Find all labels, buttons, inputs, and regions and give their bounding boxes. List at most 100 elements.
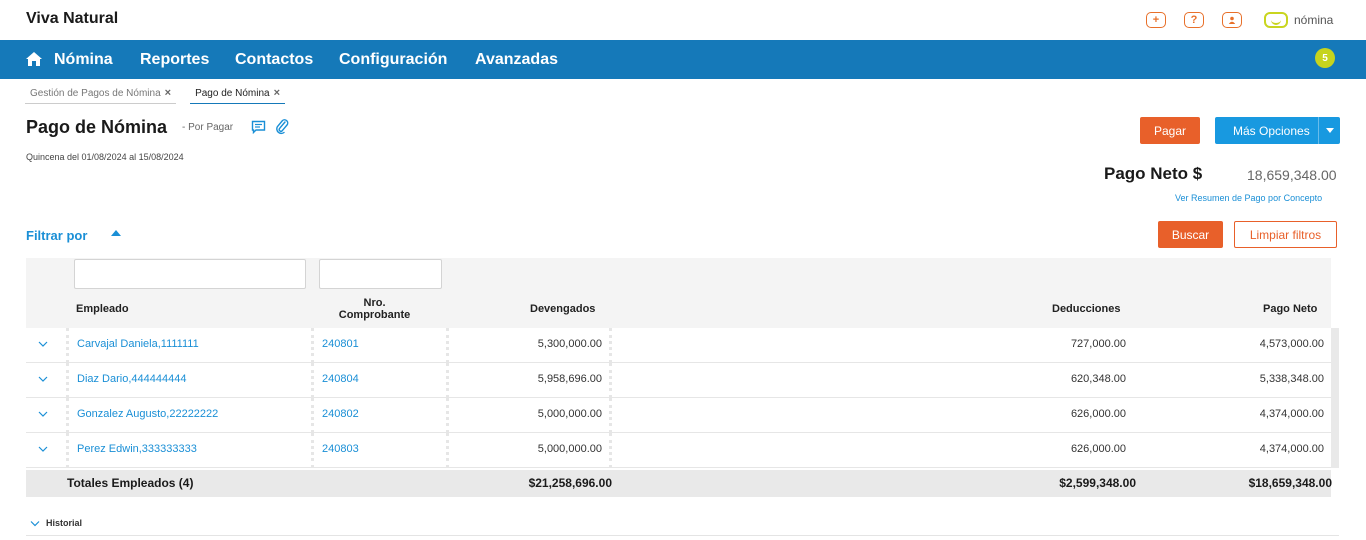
accrued-value: 5,000,000.00 <box>537 443 602 455</box>
column-divider <box>609 363 612 398</box>
totals-deductions: $2,599,348.00 <box>1059 476 1136 490</box>
user-glyph <box>1228 16 1236 24</box>
col-header-net[interactable]: Pago Neto <box>1263 303 1317 315</box>
chevron-down-icon[interactable] <box>38 375 48 383</box>
employee-link[interactable]: Diaz Dario,444444444 <box>77 373 186 385</box>
accrued-value: 5,958,696.00 <box>537 373 602 385</box>
nav-item-reportes[interactable]: Reportes <box>140 51 209 69</box>
nav-item-configuracion[interactable]: Configuración <box>339 51 447 69</box>
history-label: Historial <box>46 518 83 528</box>
employee-filter-input[interactable] <box>74 259 306 289</box>
nav-item-nomina[interactable]: Nómina <box>54 51 113 69</box>
column-divider <box>66 363 69 398</box>
pay-button[interactable]: Pagar <box>1140 117 1200 144</box>
attachment-icon[interactable] <box>275 118 289 135</box>
deductions-value: 626,000.00 <box>1070 443 1126 455</box>
col-header-employee[interactable]: Empleado <box>76 303 129 315</box>
column-divider <box>609 328 612 363</box>
deductions-value: 626,000.00 <box>1070 408 1126 420</box>
column-divider <box>311 363 314 398</box>
net-value: 5,338,348.00 <box>1259 373 1324 385</box>
totals-row: Totales Empleados (4) $21,258,696.00 $2,… <box>26 470 1332 497</box>
nav-item-contactos[interactable]: Contactos <box>235 51 313 69</box>
chevron-down-icon[interactable] <box>38 340 48 348</box>
table-header: Empleado Nro. Comprobante Devengados Ded… <box>26 258 1331 328</box>
table-row[interactable]: Gonzalez Augusto,22222222 240802 5,000,0… <box>26 398 1331 433</box>
deductions-value: 727,000.00 <box>1070 338 1126 350</box>
status-label: - Por Pagar <box>182 122 234 133</box>
column-divider <box>446 398 449 433</box>
voucher-link[interactable]: 240803 <box>322 443 359 455</box>
column-divider <box>311 433 314 468</box>
employee-link[interactable]: Perez Edwin,333333333 <box>77 443 197 455</box>
nav-item-avanzadas[interactable]: Avanzadas <box>475 51 558 69</box>
col-header-accrued[interactable]: Devengados <box>530 303 595 315</box>
table-row[interactable]: Diaz Dario,444444444 240804 5,958,696.00… <box>26 363 1331 398</box>
net-value: 4,374,000.00 <box>1259 408 1324 420</box>
col-header-voucher-line2: Comprobante <box>338 309 411 321</box>
voucher-filter-input[interactable] <box>319 259 442 289</box>
help-icon[interactable]: ? <box>1184 12 1204 28</box>
voucher-link[interactable]: 240801 <box>322 338 359 350</box>
tab-label: Gestión de Pagos de Nómina <box>30 87 161 99</box>
notification-badge[interactable]: 5 <box>1315 48 1335 68</box>
close-icon[interactable]: × <box>274 87 280 99</box>
column-divider <box>446 433 449 468</box>
tab-gestion-pagos[interactable]: Gestión de Pagos de Nómina × <box>25 84 177 104</box>
table-scrollbar[interactable] <box>1331 328 1339 468</box>
summary-by-concept-link[interactable]: Ver Resumen de Pago por Concepto <box>1175 193 1322 203</box>
chevron-down-icon <box>30 520 40 526</box>
more-options-label: Más Opciones <box>1233 123 1310 138</box>
chevron-up-icon[interactable] <box>111 230 121 236</box>
top-bar: Viva Natural + ? nómina <box>0 0 1366 40</box>
totals-net: $18,659,348.00 <box>1248 476 1332 490</box>
column-divider <box>66 433 69 468</box>
filter-toggle[interactable]: Filtrar por <box>26 228 87 243</box>
page-title: Pago de Nómina <box>26 117 168 137</box>
chevron-down-icon[interactable] <box>38 410 48 418</box>
voucher-link[interactable]: 240804 <box>322 373 359 385</box>
column-divider <box>609 398 612 433</box>
comment-icon[interactable] <box>251 120 266 134</box>
company-name: Viva Natural <box>26 10 119 27</box>
employee-link[interactable]: Carvajal Daniela,1111111 <box>77 338 199 350</box>
period-text: Quincena del 01/08/2024 al 15/08/2024 <box>26 152 184 162</box>
user-icon[interactable] <box>1222 12 1242 28</box>
net-pay-value: 18,659,348.00 <box>1247 167 1337 183</box>
col-header-voucher[interactable]: Nro. Comprobante <box>322 297 427 321</box>
voucher-link[interactable]: 240802 <box>322 408 359 420</box>
more-options-button[interactable]: Más Opciones <box>1215 117 1340 144</box>
column-divider <box>311 328 314 363</box>
history-toggle[interactable]: Historial <box>30 518 82 528</box>
logo-text: nómina <box>1294 13 1334 27</box>
employee-link[interactable]: Gonzalez Augusto,22222222 <box>77 408 218 420</box>
column-divider <box>66 328 69 363</box>
divider <box>26 535 1339 536</box>
tab-pago-nomina[interactable]: Pago de Nómina × <box>190 84 286 104</box>
home-icon[interactable] <box>25 51 43 67</box>
chevron-down-icon[interactable] <box>1318 117 1340 144</box>
nomina-logo: nómina <box>1264 12 1333 28</box>
chevron-down-icon[interactable] <box>38 445 48 453</box>
table-row[interactable]: Perez Edwin,333333333 240803 5,000,000.0… <box>26 433 1331 468</box>
search-button[interactable]: Buscar <box>1158 221 1223 248</box>
column-divider <box>311 398 314 433</box>
totals-label: Totales Empleados (4) <box>67 476 194 490</box>
table-row[interactable]: Carvajal Daniela,1111111 240801 5,300,00… <box>26 328 1331 363</box>
plus-icon[interactable]: + <box>1146 12 1166 28</box>
main-nav: Nómina Reportes Contactos Configuración … <box>0 40 1366 79</box>
accrued-value: 5,300,000.00 <box>537 338 602 350</box>
col-header-voucher-line1: Nro. <box>363 297 386 309</box>
net-value: 4,374,000.00 <box>1259 443 1324 455</box>
column-divider <box>66 398 69 433</box>
clear-filters-button[interactable]: Limpiar filtros <box>1234 221 1337 248</box>
tab-bar: Gestión de Pagos de Nómina × Pago de Nóm… <box>25 84 286 104</box>
logo-mark-icon <box>1264 12 1288 28</box>
close-icon[interactable]: × <box>165 87 171 99</box>
tab-label: Pago de Nómina <box>195 87 270 99</box>
deductions-value: 620,348.00 <box>1070 373 1126 385</box>
column-divider <box>446 328 449 363</box>
col-header-deductions[interactable]: Deducciones <box>1052 303 1120 315</box>
top-icons: + ? <box>1146 12 1242 28</box>
accrued-value: 5,000,000.00 <box>537 408 602 420</box>
